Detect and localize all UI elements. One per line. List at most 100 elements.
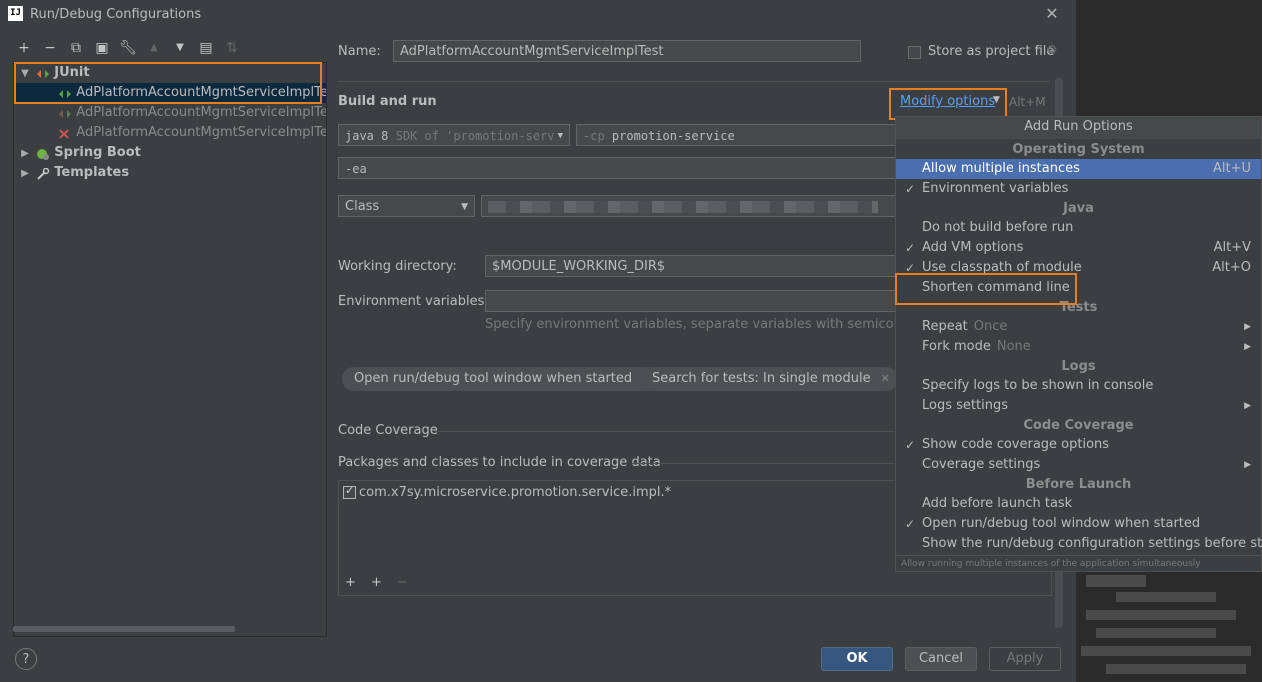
coverage-entry[interactable]: com.x7sy.microservice.promotion.service.… [359,485,671,500]
menu-item-vm-options[interactable]: ✓ Add VM options Alt+V [896,238,1261,258]
tree-item[interactable]: AdPlatformAccountMgmtServiceImplTest.lis [14,103,326,123]
menu-item-env-vars[interactable]: ✓ Environment variables [896,179,1261,199]
separator [435,431,895,432]
remove-icon[interactable]: − [397,575,408,590]
menu-item-label: Add VM options [922,240,1024,255]
menu-item-fork-mode[interactable]: Fork mode None ▶ [896,337,1261,357]
wrench-icon [36,167,50,180]
store-as-project-label: Store as project file [928,44,1055,59]
menu-item-show-settings[interactable]: Show the run/debug configuration setting… [896,534,1262,554]
menu-item-label: Coverage settings [922,457,1041,472]
submenu-arrow-icon: ▶ [1244,460,1251,470]
group-before-launch: Before Launch [1025,477,1132,492]
vm-options-input[interactable]: -ea [338,157,896,179]
cp-value: promotion-service [611,129,735,143]
copy-icon[interactable]: ⧉ [66,38,86,58]
chip-label: Search for tests: In single module [652,371,871,386]
menu-item-open-tool-window[interactable]: ✓ Open run/debug tool window when starte… [896,514,1261,534]
tree-node-spring-boot[interactable]: ▶ Spring Boot [18,143,141,163]
build-run-heading: Build and run [338,94,437,109]
tree-node-templates[interactable]: ▶ Templates [18,163,129,183]
option-chip-open-tool-window: Open run/debug tool window when started✕ [342,367,660,391]
window-title: Run/Debug Configurations [30,7,202,22]
group-operating-system: Operating System [1012,142,1145,157]
popup-footer-hint: Allow running multiple instances of the … [896,555,1261,571]
env-vars-input[interactable] [485,290,896,312]
menu-item-label: Show code coverage options [922,437,1110,452]
ok-button[interactable]: OK [821,647,893,671]
coverage-entry-checkbox[interactable] [343,484,356,499]
new-folder-icon[interactable]: ▤ [196,38,216,58]
title-bar: IJ Run/Debug Configurations ✕ [0,0,1076,30]
menu-item-label: Add before launch task [922,496,1073,511]
add-package-icon[interactable]: + [345,575,356,590]
menu-item-label: Allow multiple instances [922,161,1080,176]
separator [632,463,895,464]
menu-item-show-coverage[interactable]: ✓ Show code coverage options [896,435,1261,455]
name-input[interactable]: AdPlatformAccountMgmtServiceImplTest [393,40,861,62]
tree-item-label: AdPlatformAccountMgmtServiceImplTest.lis [76,125,326,140]
cancel-button[interactable]: Cancel [905,647,977,671]
intellij-logo-icon: IJ [8,6,23,21]
menu-item-logs-console[interactable]: Specify logs to be shown in console [896,376,1261,396]
jdk-value: java 8 [345,129,389,143]
menu-item-label: Specify logs to be shown in console [922,378,1154,393]
classpath-combo[interactable]: -cp promotion-service [576,124,896,146]
separator [338,81,1050,82]
junit-test-icon [58,107,72,119]
modify-options-shortcut: Alt+M [1009,95,1046,109]
menu-item-label: Open run/debug tool window when started [922,516,1201,531]
junit-failed-icon [58,127,72,139]
jdk-hint: SDK of 'promotion-serv [395,129,555,143]
jdk-combo[interactable]: java 8 SDK of 'promotion-serv ▼ [338,124,570,146]
submenu-arrow-icon: ▶ [1244,322,1251,332]
group-logs: Logs [1061,359,1096,374]
menu-item-coverage-settings[interactable]: Coverage settings ▶ [896,455,1261,475]
chip-label: Open run/debug tool window when started [354,371,633,386]
blurred-class-name [488,200,878,213]
menu-item-shortcut: Alt+U [1212,161,1251,176]
save-icon[interactable]: ▣ [92,38,112,58]
close-icon[interactable]: ✕ [1042,4,1062,24]
move-up-icon[interactable]: ▲ [144,38,164,58]
tree-horizontal-scrollbar[interactable] [13,626,235,632]
env-vars-hint: Specify environment variables, separate … [485,317,895,332]
working-dir-input[interactable]: $MODULE_WORKING_DIR$ [485,255,896,277]
chevron-down-icon: ▼ [461,202,468,212]
chevron-right-icon[interactable]: ▶ [18,144,32,164]
move-down-icon[interactable]: ▼ [170,38,190,58]
tree-label-spring-boot: Spring Boot [54,145,141,160]
checkmark-icon: ✓ [905,438,916,452]
class-input[interactable] [481,195,896,217]
add-run-options-popup: Add Run Options Operating System Allow m… [895,116,1262,572]
apply-button[interactable]: Apply [989,647,1061,671]
menu-item-label: Show the run/debug configuration setting… [922,536,1262,551]
tree-label-templates: Templates [54,165,130,180]
help-icon[interactable]: ? [15,648,37,670]
menu-item-allow-multiple[interactable]: Allow multiple instances Alt+U [896,159,1261,179]
menu-item-shortcut: Alt+V [1213,240,1251,255]
highlight-box [14,62,322,104]
chevron-right-icon[interactable]: ▶ [18,164,32,184]
chevron-down-icon: ▼ [557,131,563,141]
tree-item[interactable]: AdPlatformAccountMgmtServiceImplTest.lis [14,123,326,143]
close-icon[interactable]: ✕ [881,372,890,385]
gear-icon[interactable]: ⚙ [1046,43,1058,58]
test-kind-value: Class [345,199,380,214]
menu-item-add-before-launch[interactable]: Add before launch task [896,494,1261,514]
wrench-icon[interactable]: 🔧︎ [118,38,138,58]
sort-icon[interactable]: ⇅ [222,38,242,58]
menu-item-no-build[interactable]: Do not build before run [896,218,1261,238]
menu-item-repeat[interactable]: Repeat Once ▶ [896,317,1261,337]
config-tree: ▼ JUnit AdPlatformAccountMgmtServiceImpl… [13,62,327,637]
add-class-icon[interactable]: + [371,575,382,590]
remove-icon[interactable]: − [40,38,60,58]
test-kind-combo[interactable]: Class ▼ [338,195,475,217]
menu-item-label: Fork mode [922,339,991,354]
add-icon[interactable]: + [14,38,34,58]
menu-item-label: Environment variables [922,181,1069,196]
store-as-project-checkbox[interactable] [908,46,921,59]
menu-item-logs-settings[interactable]: Logs settings ▶ [896,396,1261,416]
menu-item-label: Do not build before run [922,220,1074,235]
menu-item-value: Once [973,319,1008,334]
